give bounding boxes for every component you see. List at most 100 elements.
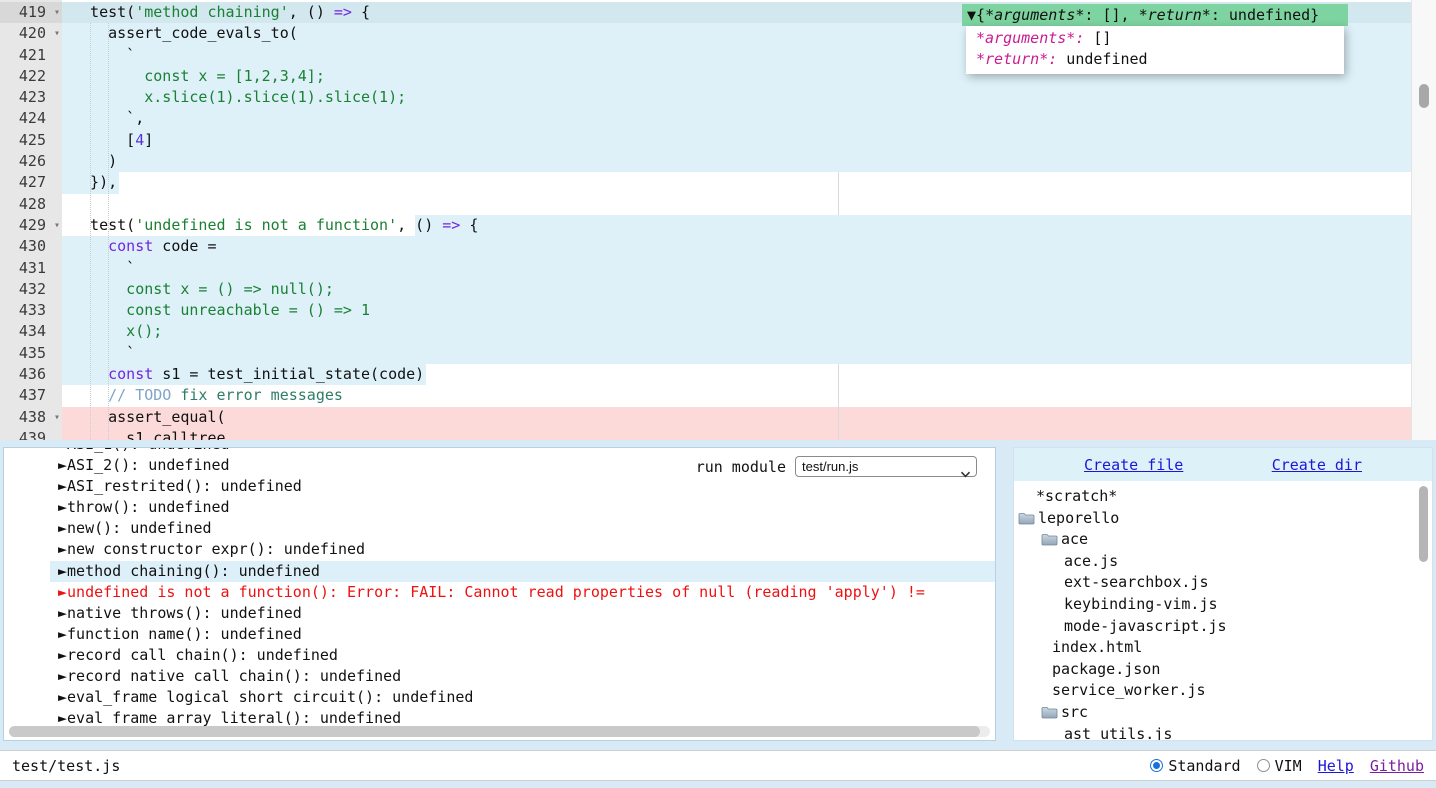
result-item[interactable]: ►eval_frame logical short circuit(): und… — [50, 687, 995, 708]
code-line[interactable]: }), — [62, 172, 1412, 193]
code-line[interactable]: const s1 = test_initial_state(code) — [62, 364, 1412, 385]
result-item-label: eval_frame array_literal(): undefined — [67, 709, 401, 727]
result-item-label: function name(): undefined — [67, 625, 302, 643]
result-item[interactable]: ►method chaining(): undefined — [50, 561, 995, 582]
tree-item[interactable]: index.html — [1014, 637, 1432, 659]
expand-arrow-icon[interactable]: ► — [58, 583, 67, 601]
run-module-select[interactable]: test/run.js — [795, 456, 977, 477]
code-line[interactable]: x.slice(1).slice(1).slice(1); — [62, 87, 1412, 108]
expand-arrow-icon[interactable]: ► — [58, 447, 67, 453]
line-number: 435 — [0, 343, 62, 364]
tooltip-entry[interactable]: *return*: undefined — [976, 49, 1334, 70]
result-item-label: new constructor expr(): undefined — [67, 540, 365, 558]
code-line[interactable]: test('undefined is not a function', () =… — [62, 215, 1412, 236]
result-item-label: ASI_1(): undefined — [67, 447, 230, 453]
tree-item[interactable]: package.json — [1014, 659, 1432, 681]
code-line[interactable]: [4] — [62, 130, 1412, 151]
fold-arrow-icon[interactable]: ▾ — [54, 2, 60, 23]
results-horizontal-scrollbar[interactable] — [9, 726, 990, 737]
tooltip-entry[interactable]: *arguments*: [] — [976, 28, 1334, 49]
expand-arrow-icon[interactable]: ► — [58, 688, 67, 706]
expand-arrow-icon[interactable]: ► — [58, 540, 67, 558]
expand-arrow-icon[interactable]: ► — [58, 667, 67, 685]
result-item[interactable]: ►throw(): undefined — [50, 497, 995, 518]
fold-arrow-icon[interactable]: ▾ — [54, 215, 60, 236]
expand-arrow-icon[interactable]: ► — [58, 562, 67, 580]
code-text: // TODO fix error messages — [62, 385, 1412, 406]
expand-arrow-icon[interactable]: ► — [58, 456, 67, 474]
tree-item[interactable]: ace.js — [1014, 551, 1432, 573]
code-line[interactable]: assert_equal( — [62, 407, 1412, 428]
folder-icon — [1041, 533, 1058, 546]
line-number: 422 — [0, 66, 62, 87]
expand-arrow-icon[interactable]: ► — [58, 519, 67, 537]
editor-scrollbar[interactable] — [1411, 0, 1436, 440]
tree-item[interactable]: leporello — [1014, 508, 1432, 530]
code-text: ` — [62, 258, 1412, 279]
results-horizontal-scrollbar-thumb[interactable] — [9, 726, 980, 737]
code-line[interactable] — [62, 194, 1412, 215]
expand-arrow-icon[interactable]: ► — [58, 646, 67, 664]
code-line[interactable]: ` — [62, 258, 1412, 279]
tooltip-entry-value: undefined — [1057, 50, 1147, 68]
tree-item[interactable]: ext-searchbox.js — [1014, 572, 1432, 594]
result-item[interactable]: ►new constructor expr(): undefined — [50, 539, 995, 560]
tree-item[interactable]: keybinding-vim.js — [1014, 594, 1432, 616]
tree-item-label: mode-javascript.js — [1064, 616, 1227, 638]
tree-item[interactable]: *scratch* — [1014, 486, 1432, 508]
radio-selected-icon[interactable] — [1150, 759, 1163, 772]
code-text: const x = () => null(); — [62, 279, 1412, 300]
expand-collapse-icon[interactable]: ▼ — [967, 6, 976, 24]
keybinding-radio-standard[interactable]: Standard — [1150, 757, 1240, 775]
expand-arrow-icon[interactable]: ► — [58, 604, 67, 622]
result-item[interactable]: ►record native call chain(): undefined — [50, 666, 995, 687]
expand-arrow-icon[interactable]: ► — [58, 625, 67, 643]
code-line[interactable]: ) — [62, 151, 1412, 172]
result-item[interactable]: ►ASI_1(): undefined — [50, 447, 995, 455]
code-line[interactable]: // TODO fix error messages — [62, 385, 1412, 406]
code-line[interactable]: const code = — [62, 236, 1412, 257]
tree-item[interactable]: ace — [1014, 529, 1432, 551]
code-line[interactable]: s1.calltree — [62, 428, 1412, 440]
code-line[interactable]: x(); — [62, 321, 1412, 342]
expand-arrow-icon[interactable]: ► — [58, 477, 67, 495]
fold-arrow-icon[interactable]: ▾ — [54, 407, 60, 428]
code-line[interactable]: ` — [62, 343, 1412, 364]
expand-arrow-icon[interactable]: ► — [58, 498, 67, 516]
line-number: 426 — [0, 151, 62, 172]
folder-icon — [1041, 706, 1058, 719]
result-item[interactable]: ►ASI_restrited(): undefined — [50, 476, 995, 497]
tree-item[interactable]: service_worker.js — [1014, 680, 1432, 702]
tree-item[interactable]: mode-javascript.js — [1014, 616, 1432, 638]
code-line[interactable]: const x = () => null(); — [62, 279, 1412, 300]
radio-unselected-icon[interactable] — [1257, 759, 1270, 772]
help-link[interactable]: Help — [1318, 757, 1354, 775]
value-tooltip-header[interactable]: ▼{*arguments*: [], *return*: undefined} — [962, 4, 1348, 26]
result-item[interactable]: ►record call chain(): undefined — [50, 645, 995, 666]
radio-standard-label[interactable]: Standard — [1168, 757, 1240, 775]
keybinding-radio-vim[interactable]: VIM — [1257, 757, 1302, 775]
file-tree-scrollbar-thumb[interactable] — [1419, 486, 1428, 562]
github-link[interactable]: Github — [1370, 757, 1424, 775]
fold-arrow-icon[interactable]: ▾ — [54, 23, 60, 44]
result-item[interactable]: ►new(): undefined — [50, 518, 995, 539]
code-line[interactable]: const unreachable = () => 1 — [62, 300, 1412, 321]
tree-item[interactable]: src — [1014, 702, 1432, 724]
line-number: 425 — [0, 130, 62, 151]
result-item[interactable]: ►undefined is not a function(): Error: F… — [50, 582, 995, 603]
line-number: 433 — [0, 300, 62, 321]
tree-item-label: keybinding-vim.js — [1064, 594, 1218, 616]
line-number: 439 — [0, 428, 62, 440]
code-editor[interactable]: 419▾420▾421422423424425426427428429▾4304… — [0, 0, 1436, 440]
result-item-label: eval_frame logical short circuit(): unde… — [67, 688, 473, 706]
result-item[interactable]: ►function name(): undefined — [50, 624, 995, 645]
create-dir-link[interactable]: Create dir — [1272, 456, 1362, 474]
tree-item[interactable]: ast_utils.js — [1014, 724, 1432, 741]
create-file-link[interactable]: Create file — [1084, 456, 1183, 474]
editor-scrollbar-thumb[interactable] — [1419, 84, 1429, 108]
radio-vim-label[interactable]: VIM — [1275, 757, 1302, 775]
tree-item-label: ast_utils.js — [1064, 724, 1172, 741]
expand-arrow-icon[interactable]: ► — [58, 709, 67, 727]
code-line[interactable]: `, — [62, 108, 1412, 129]
result-item[interactable]: ►native throws(): undefined — [50, 603, 995, 624]
